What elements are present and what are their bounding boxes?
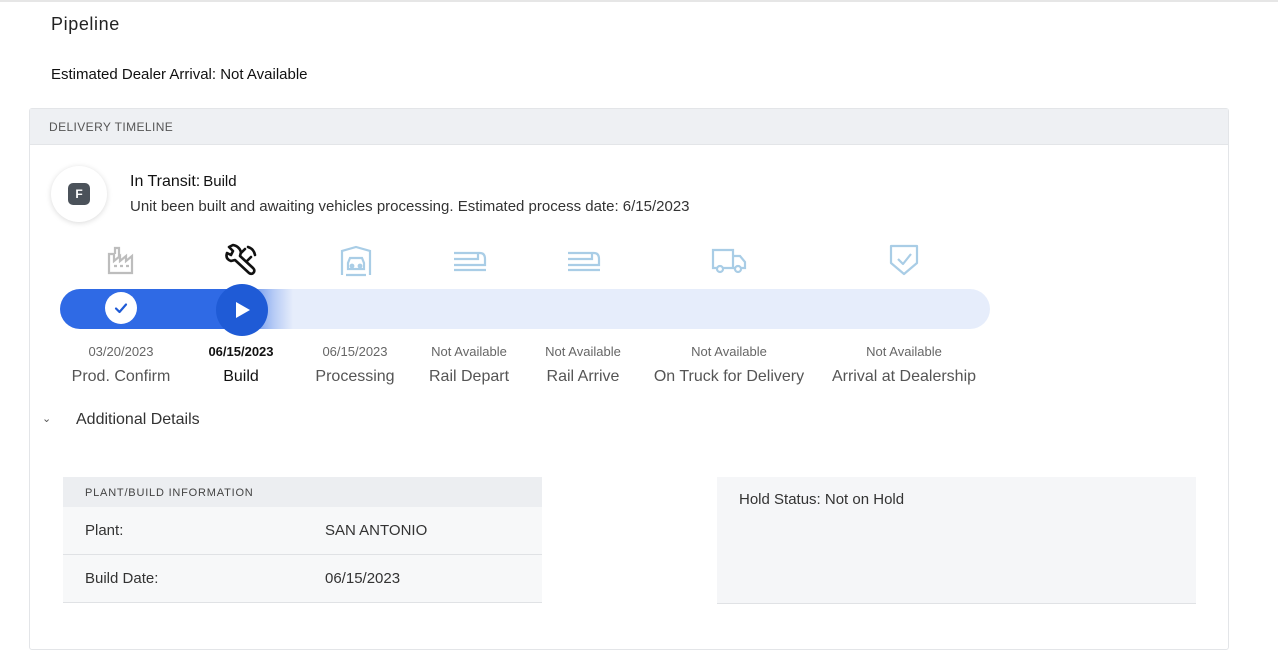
step-name-on-truck: On Truck for Delivery bbox=[653, 368, 805, 385]
step-date-on-truck: Not Available bbox=[691, 344, 767, 359]
factory-icon bbox=[107, 246, 134, 275]
build-date-key: Build Date: bbox=[85, 570, 159, 587]
step-current-marker bbox=[216, 284, 268, 336]
status-description: Unit been built and awaiting vehicles pr… bbox=[130, 198, 690, 215]
wrench-icon bbox=[225, 243, 257, 276]
card-header-title: DELIVERY TIMELINE bbox=[49, 120, 174, 134]
build-date-row: Build Date: 06/15/2023 bbox=[63, 555, 542, 603]
train-arrive-icon bbox=[568, 251, 601, 272]
step-name-arrival: Arrival at Dealership bbox=[831, 368, 977, 385]
step-date-rail-arrive: Not Available bbox=[545, 344, 621, 359]
hold-status: Hold Status: Not on Hold bbox=[739, 491, 905, 508]
play-icon bbox=[236, 302, 250, 318]
plant-key: Plant: bbox=[85, 522, 124, 539]
top-divider bbox=[0, 0, 1278, 2]
truck-icon bbox=[711, 248, 747, 274]
check-icon bbox=[114, 303, 128, 314]
brand-badge: F bbox=[51, 166, 107, 222]
chevron-down-icon: ⌄ bbox=[42, 413, 52, 425]
train-depart-icon bbox=[454, 251, 487, 272]
hold-status-panel: Hold Status: Not on Hold bbox=[717, 477, 1196, 604]
card-header: DELIVERY TIMELINE bbox=[30, 109, 1228, 145]
step-date-arrival: Not Available bbox=[866, 344, 942, 359]
build-date-value: 06/15/2023 bbox=[325, 570, 401, 587]
step-done-marker bbox=[105, 292, 137, 324]
plant-info-title: PLANT/BUILD INFORMATION bbox=[85, 487, 254, 499]
plant-build-info: PLANT/BUILD INFORMATION Plant: SAN ANTON… bbox=[63, 477, 542, 603]
plant-info-header: PLANT/BUILD INFORMATION bbox=[63, 477, 542, 507]
status-stage: Build bbox=[203, 173, 237, 190]
plant-value: SAN ANTONIO bbox=[325, 522, 428, 539]
brand-letter: F bbox=[68, 183, 90, 205]
additional-details-toggle[interactable]: ⌄ Additional Details bbox=[42, 411, 200, 429]
page-title: Pipeline bbox=[51, 14, 120, 34]
estimated-arrival: Estimated Dealer Arrival: Not Available bbox=[51, 66, 308, 83]
status-line: In Transit: Build bbox=[130, 173, 237, 191]
additional-details-label: Additional Details bbox=[76, 411, 200, 428]
status-label: In Transit: bbox=[130, 173, 201, 190]
plant-row: Plant: SAN ANTONIO bbox=[63, 507, 542, 555]
processing-icon bbox=[340, 245, 372, 277]
shield-check-icon bbox=[889, 244, 919, 276]
delivery-timeline-card: DELIVERY TIMELINE F In Transit: Build Uni… bbox=[29, 108, 1229, 650]
progress-track bbox=[60, 289, 990, 329]
